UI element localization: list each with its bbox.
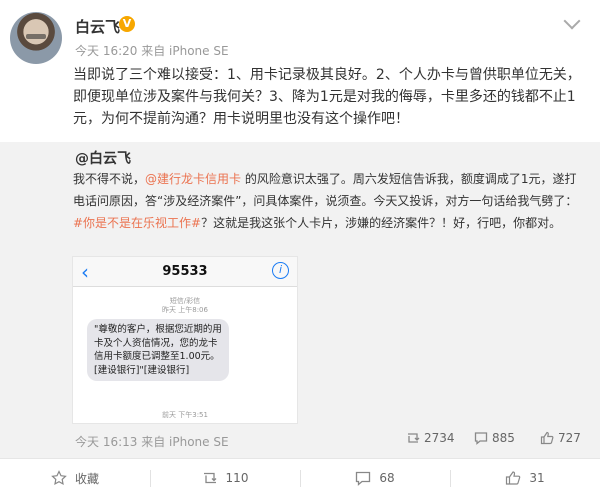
- reposted-comment-count[interactable]: 885: [474, 431, 515, 445]
- author-name[interactable]: 白云飞: [75, 16, 120, 37]
- comment-icon: [474, 432, 488, 445]
- like-count: 31: [529, 471, 545, 485]
- vip-badge-icon: V: [119, 16, 135, 32]
- post-text: 当即说了三个难以接受：1、用卡记录极其良好。2、个人办卡与曾供职单位无关，即便现…: [73, 67, 581, 127]
- sms-header: ‹ 95533 i: [73, 257, 297, 287]
- repost-button[interactable]: 110: [150, 459, 300, 497]
- info-icon: i: [272, 262, 289, 279]
- mention-link[interactable]: @建行龙卡信用卡: [145, 172, 241, 186]
- favorite-label: 收藏: [74, 471, 99, 486]
- comment-icon: [356, 471, 371, 486]
- sms-date: 昨天 上午8:06: [162, 306, 208, 314]
- avatar[interactable]: [10, 12, 62, 64]
- reposted-like-count[interactable]: 727: [540, 431, 581, 445]
- reposted-repost-count[interactable]: 2734: [406, 431, 455, 445]
- repost-icon: [408, 433, 420, 443]
- action-bar: 收藏 110 68 31: [0, 458, 600, 497]
- star-icon: [51, 470, 67, 486]
- comment-count: 68: [379, 471, 395, 485]
- reposted-author[interactable]: @白云飞: [75, 148, 131, 168]
- reposted-text: 我不得不说，@建行龙卡信用卡 的风险意识太强了。周六发短信告诉我，额度调成了1元…: [73, 172, 578, 230]
- thumbs-up-icon: [540, 431, 554, 445]
- sms-sender: 95533: [162, 264, 208, 279]
- comment-button[interactable]: 68: [300, 459, 450, 497]
- thumbs-up-icon: [506, 471, 521, 485]
- like-button[interactable]: 31: [450, 459, 600, 497]
- repost-count: 110: [225, 471, 249, 485]
- sms-time: 前天 下午3:51: [162, 411, 208, 419]
- post-meta: 今天 16:20 来自 iPhone SE: [75, 44, 229, 58]
- hashtag-link[interactable]: #你是不是在乐视工作#: [73, 216, 201, 230]
- chevron-down-icon[interactable]: [563, 12, 581, 30]
- repost-icon: [203, 472, 217, 484]
- favorite-button[interactable]: 收藏: [0, 459, 150, 497]
- reposted-meta: 今天 16:13 来自 iPhone SE: [75, 435, 229, 449]
- sms-message-bubble: "尊敬的客户，根据您近期的用卡及个人资信情况，您的龙卡信用卡额度已调整至1.00…: [87, 319, 229, 381]
- sms-screenshot-image[interactable]: ‹ 95533 i 短信/彩信 昨天 上午8:06 "尊敬的客户，根据您近期的用…: [72, 256, 298, 424]
